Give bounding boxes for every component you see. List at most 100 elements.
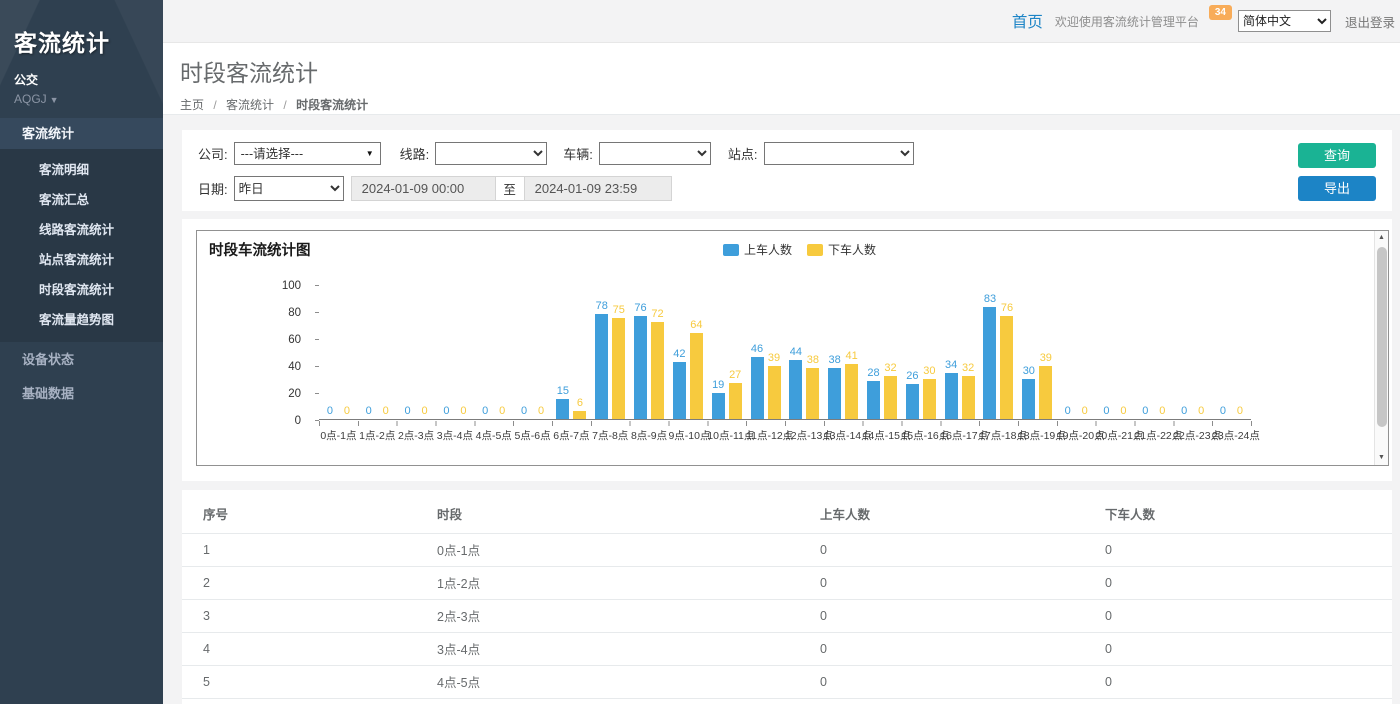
- bar-value-label: 32: [962, 362, 974, 374]
- bar-group: 00: [319, 285, 358, 419]
- bar-value-label: 15: [557, 385, 569, 397]
- table-cell: 0: [1105, 633, 1392, 666]
- bar-value-label: 30: [923, 365, 935, 377]
- export-button[interactable]: 导出: [1298, 176, 1376, 201]
- table-row: 32点-3点00: [182, 600, 1392, 633]
- sidebar-subitem[interactable]: 线路客流统计: [0, 214, 163, 244]
- sidebar-subitem[interactable]: 客流量趋势图: [0, 304, 163, 334]
- bar-value-label: 0: [1082, 405, 1088, 417]
- home-link[interactable]: 首页: [1012, 10, 1043, 32]
- bar-group: 3841: [824, 285, 863, 419]
- table-cell: 0: [1105, 534, 1392, 567]
- legend-label: 下车人数: [828, 241, 876, 258]
- sidebar-subitem[interactable]: 客流汇总: [0, 184, 163, 214]
- y-axis-tick-label: 40: [288, 361, 301, 373]
- table-row: 10点-1点00: [182, 534, 1392, 567]
- vehicle-select[interactable]: [599, 142, 711, 165]
- x-axis-label: 15点-16点: [901, 428, 940, 443]
- bar-value-label: 38: [807, 354, 819, 366]
- chart-container: 时段车流统计图 上车人数 下车人数 020406080100 000000000…: [196, 230, 1389, 466]
- bar-value-label: 41: [846, 350, 858, 362]
- breadcrumb-home[interactable]: 主页: [180, 98, 204, 112]
- sidebar-item[interactable]: 设备状态: [0, 343, 163, 376]
- scroll-down-icon[interactable]: ▼: [1375, 451, 1388, 465]
- x-axis-label: 16点-17点: [940, 428, 979, 443]
- date-preset-select[interactable]: 昨日: [234, 176, 344, 201]
- user-dropdown[interactable]: AQGJ▼: [14, 92, 149, 106]
- bar-value-label: 42: [673, 348, 685, 360]
- bar: 39: [768, 366, 781, 419]
- y-axis-tick-label: 20: [288, 388, 301, 400]
- chart-title: 时段车流统计图: [209, 239, 311, 260]
- sidebar-subitem[interactable]: 时段客流统计: [0, 274, 163, 304]
- bar: 32: [962, 376, 975, 419]
- breadcrumb-separator: /: [283, 98, 286, 112]
- breadcrumb-section[interactable]: 客流统计: [226, 98, 274, 112]
- bar: 44: [789, 360, 802, 419]
- bar-group: 2832: [863, 285, 902, 419]
- x-axis-label: 20点-21点: [1096, 428, 1135, 443]
- bar: 38: [806, 368, 819, 419]
- station-select[interactable]: [764, 142, 914, 165]
- x-axis-label: 17点-18点: [979, 428, 1018, 443]
- bar: 72: [651, 322, 664, 419]
- chart-scrollbar: ▲ ▼: [1374, 231, 1388, 465]
- bar-value-label: 0: [1237, 405, 1243, 417]
- breadcrumb: 主页 / 客流统计 / 时段客流统计: [180, 96, 1400, 113]
- company-select[interactable]: ---请选择---: [234, 142, 381, 165]
- bar-value-label: 39: [1040, 352, 1052, 364]
- bar-value-label: 0: [1220, 405, 1226, 417]
- legend-item-boarding[interactable]: 上车人数: [723, 241, 792, 258]
- sidebar-item-passenger-stats[interactable]: 客流统计: [0, 118, 163, 149]
- bar: 76: [1000, 316, 1013, 419]
- vehicle-label: 车辆:: [563, 144, 593, 163]
- sidebar: 客流统计 公交 AQGJ▼ 客流统计 客流明细客流汇总线路客流统计站点客流统计时…: [0, 0, 163, 704]
- bar: 28: [867, 381, 880, 419]
- bar-value-label: 44: [790, 346, 802, 358]
- x-axis-label: 3点-4点: [435, 428, 474, 443]
- bar-value-label: 75: [613, 304, 625, 316]
- x-axis-label: 9点-10点: [668, 428, 707, 443]
- line-label: 线路:: [400, 144, 430, 163]
- x-axis-label: 2点-3点: [397, 428, 436, 443]
- bar-value-label: 0: [405, 405, 411, 417]
- sidebar-subitem[interactable]: 站点客流统计: [0, 244, 163, 274]
- bar-value-label: 0: [1065, 405, 1071, 417]
- table-cell: 0: [1105, 699, 1392, 704]
- table-header-cell: 时段: [437, 496, 820, 534]
- scroll-up-icon[interactable]: ▲: [1375, 231, 1388, 245]
- query-button[interactable]: 查询: [1298, 143, 1376, 168]
- bar: 26: [906, 384, 919, 419]
- bar-group: 00: [1173, 285, 1212, 419]
- y-axis-tick-label: 100: [282, 280, 301, 292]
- table-row: 54点-5点00: [182, 666, 1392, 699]
- legend-item-alighting[interactable]: 下车人数: [807, 241, 876, 258]
- main-content: 公司: ---请选择--- ▼ 线路: 车辆: 站点: 日期: 昨日 2024-…: [163, 115, 1400, 704]
- sidebar-item[interactable]: 基础数据: [0, 377, 163, 410]
- bar: 78: [595, 314, 608, 419]
- scrollbar-thumb[interactable]: [1377, 247, 1387, 427]
- brand-area: 客流统计 公交 AQGJ▼: [0, 0, 163, 118]
- station-label: 站点:: [728, 144, 758, 163]
- logout-link[interactable]: 退出登录: [1345, 12, 1395, 31]
- sidebar-subitem[interactable]: 客流明细: [0, 154, 163, 184]
- chart-panel: 时段车流统计图 上车人数 下车人数 020406080100 000000000…: [182, 219, 1392, 481]
- bar-group: 4438: [785, 285, 824, 419]
- bar-value-label: 76: [634, 302, 646, 314]
- date-to-input[interactable]: 2024-01-09 23:59: [524, 176, 672, 201]
- bar-group: 4639: [746, 285, 785, 419]
- legend-swatch-alighting: [807, 244, 823, 256]
- language-select[interactable]: 简体中文: [1238, 10, 1331, 32]
- table-cell: 0: [820, 699, 1105, 704]
- bar-group: 00: [474, 285, 513, 419]
- data-table-panel: 序号时段上车人数下车人数 10点-1点0021点-2点0032点-3点0043点…: [182, 490, 1392, 704]
- line-select[interactable]: [435, 142, 547, 165]
- date-from-input[interactable]: 2024-01-09 00:00: [351, 176, 496, 201]
- table-header-cell: 序号: [182, 496, 437, 534]
- sidebar-items: 设备状态基础数据: [0, 343, 163, 410]
- table-cell: 2点-3点: [437, 600, 820, 633]
- table-cell: 0: [820, 633, 1105, 666]
- bar-value-label: 64: [690, 319, 702, 331]
- bar-group: 00: [1212, 285, 1251, 419]
- table-cell: 1: [182, 534, 437, 567]
